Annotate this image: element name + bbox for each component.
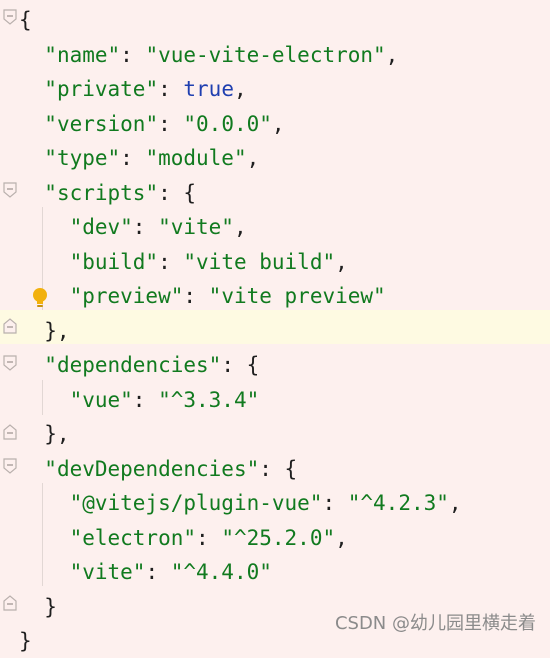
token-key: "@vitejs/plugin-vue" xyxy=(69,491,323,515)
token-punct: : xyxy=(196,525,222,550)
token-key: "type" xyxy=(44,146,121,170)
code-line[interactable]: "type": "module", xyxy=(19,141,259,175)
token-punct xyxy=(19,43,44,67)
token-punct: : xyxy=(132,387,159,412)
token-key: "version" xyxy=(44,111,159,136)
token-str: "vite preview" xyxy=(208,284,386,308)
token-punct xyxy=(19,77,44,101)
fold-open-icon[interactable] xyxy=(2,355,18,371)
token-key: "electron" xyxy=(69,525,197,550)
code-line[interactable]: "version": "0.0.0", xyxy=(19,107,285,141)
token-str: "vue-vite-electron" xyxy=(145,42,386,67)
token-key: "dev" xyxy=(69,215,133,239)
token-punct: : xyxy=(322,491,348,515)
code-line[interactable]: "dependencies": { xyxy=(19,348,259,382)
code-editor[interactable]: { "name": "vue-vite-electron", "private"… xyxy=(0,0,550,653)
token-punct: { xyxy=(19,8,32,32)
code-line[interactable]: "scripts": { xyxy=(19,176,196,210)
token-str: "0.0.0" xyxy=(183,111,272,136)
token-punct xyxy=(19,146,44,170)
token-punct xyxy=(19,284,70,308)
code-line[interactable]: "vite": "^4.4.0" xyxy=(19,555,272,589)
token-key: "dependencies" xyxy=(44,353,222,377)
token-kw: true xyxy=(183,77,234,101)
token-str: "module" xyxy=(145,146,247,170)
token-str: "^4.4.0" xyxy=(170,560,272,584)
token-punct: , xyxy=(271,111,285,136)
token-key: "private" xyxy=(44,77,159,101)
code-line[interactable]: } xyxy=(19,624,32,658)
code-line[interactable]: "electron": "^25.2.0", xyxy=(19,521,348,555)
token-key: "vue" xyxy=(69,387,133,412)
code-line[interactable]: "private": true, xyxy=(19,72,247,106)
token-punct: , xyxy=(335,249,348,274)
token-punct xyxy=(19,560,70,584)
code-line[interactable]: "build": "vite build", xyxy=(19,245,348,279)
code-line[interactable]: "vue": "^3.3.4" xyxy=(19,383,260,417)
token-punct: : xyxy=(120,146,146,170)
token-punct xyxy=(19,388,70,412)
token-punct: : xyxy=(145,560,171,584)
token-punct: : xyxy=(158,249,184,274)
token-punct: : { xyxy=(158,180,197,205)
watermark: CSDN @幼儿园里横走着 xyxy=(334,613,536,634)
token-punct: , xyxy=(385,42,399,67)
fold-open-icon[interactable] xyxy=(2,182,18,198)
token-punct xyxy=(19,250,70,274)
token-punct: : { xyxy=(221,353,260,377)
token-punct: : xyxy=(120,42,146,67)
fold-gutter xyxy=(0,0,18,643)
token-key: "build" xyxy=(69,249,159,274)
token-str: "vite build" xyxy=(183,249,336,274)
token-key: "name" xyxy=(44,42,121,67)
token-key: "preview" xyxy=(69,284,184,308)
token-key: "devDependencies" xyxy=(44,456,260,481)
token-punct xyxy=(19,112,44,136)
fold-open-icon[interactable] xyxy=(2,9,18,25)
code-line[interactable]: "dev": "vite", xyxy=(19,210,247,244)
token-punct xyxy=(19,457,44,481)
fold-close-icon[interactable] xyxy=(2,318,18,334)
code-line[interactable]: "preview": "vite preview" xyxy=(19,279,386,313)
fold-close-icon[interactable] xyxy=(2,424,18,440)
token-str: "^25.2.0" xyxy=(221,525,336,550)
token-key: "scripts" xyxy=(44,180,159,205)
token-punct: : xyxy=(183,284,209,308)
token-punct xyxy=(19,526,70,550)
code-line[interactable]: "devDependencies": { xyxy=(19,452,297,486)
token-str: "vite" xyxy=(158,215,234,239)
code-line[interactable]: }, xyxy=(19,314,70,348)
token-punct: } xyxy=(19,629,32,653)
code-line[interactable]: "name": "vue-vite-electron", xyxy=(19,38,398,72)
token-str: "^3.3.4" xyxy=(158,387,260,412)
token-punct: }, xyxy=(19,318,70,343)
token-punct: : xyxy=(132,215,159,239)
fold-close-icon[interactable] xyxy=(2,595,18,611)
token-punct: , xyxy=(335,525,348,550)
token-punct: : xyxy=(158,77,184,101)
code-line[interactable]: } xyxy=(19,590,57,624)
token-punct: , xyxy=(246,146,260,170)
token-punct: }, xyxy=(19,422,70,446)
code-line[interactable]: "@vitejs/plugin-vue": "^4.2.3", xyxy=(19,486,462,520)
token-punct: , xyxy=(448,491,462,515)
current-line-highlight xyxy=(0,310,550,344)
code-line[interactable]: { xyxy=(19,3,32,37)
code-line[interactable]: }, xyxy=(19,417,70,451)
token-key: "vite" xyxy=(69,560,146,584)
fold-open-icon[interactable] xyxy=(2,458,18,474)
token-punct: , xyxy=(233,215,247,239)
token-punct: : xyxy=(158,111,184,136)
token-punct: , xyxy=(233,77,247,101)
token-punct xyxy=(19,353,44,377)
token-punct: : { xyxy=(259,456,298,481)
token-punct xyxy=(19,491,70,515)
token-punct xyxy=(19,215,70,239)
token-punct: } xyxy=(19,594,57,619)
token-str: "^4.2.3" xyxy=(347,491,449,515)
token-punct xyxy=(19,181,44,205)
